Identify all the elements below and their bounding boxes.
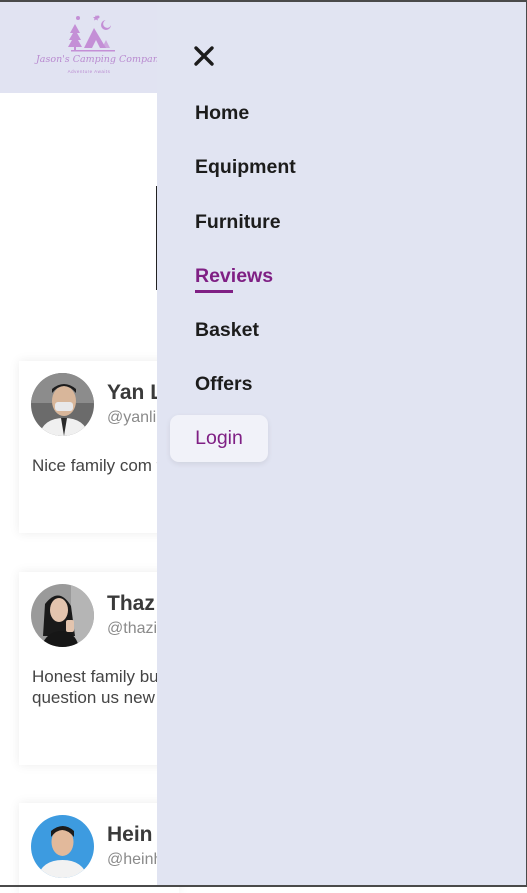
- nav-item-basket[interactable]: Basket: [195, 319, 259, 342]
- review-card: Yan L @yanlin Nice family com to get our…: [19, 361, 278, 533]
- window-top-border: [0, 0, 527, 2]
- nav-item-reviews[interactable]: Reviews: [195, 265, 273, 288]
- reviewer-handle: @heinh: [107, 851, 163, 868]
- nav-item-equipment[interactable]: Equipment: [195, 156, 296, 179]
- reviewer-name: Yan L: [107, 381, 164, 404]
- avatar: [31, 373, 94, 436]
- camp-tent-logo-icon: [68, 15, 115, 52]
- review-card: Hein @heinh: [19, 803, 179, 893]
- company-logo[interactable]: Jason's Camping Company Adventure Awaits: [36, 12, 165, 82]
- avatar: [31, 815, 94, 878]
- active-nav-indicator: [195, 290, 233, 293]
- login-button[interactable]: Login: [170, 415, 268, 462]
- reviewer-name: Thaz: [107, 592, 155, 615]
- logo-title: Jason's Camping Company: [36, 54, 165, 65]
- logo-subtitle: Adventure Awaits: [67, 69, 111, 74]
- reviewer-handle: @thazi: [107, 620, 158, 637]
- review-card: Thaz @thazi Honest family bu do quality …: [19, 572, 277, 765]
- nav-item-furniture[interactable]: Furniture: [195, 211, 281, 234]
- nav-item-home[interactable]: Home: [195, 102, 249, 125]
- avatar: [31, 584, 94, 647]
- nav-item-offers[interactable]: Offers: [195, 373, 252, 396]
- close-icon[interactable]: [193, 45, 215, 67]
- nav-drawer: Home Equipment Furniture Reviews Basket …: [157, 2, 526, 885]
- reviewer-name: Hein: [107, 823, 153, 846]
